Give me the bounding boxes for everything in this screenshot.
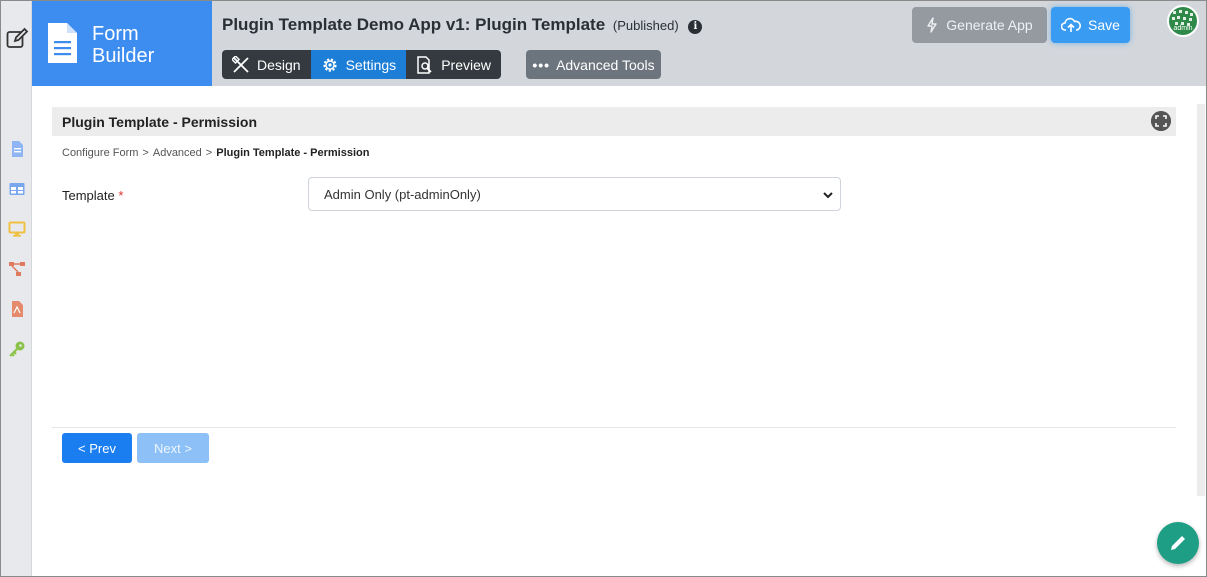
breadcrumb-separator: > bbox=[205, 147, 213, 159]
pdf-icon[interactable] bbox=[8, 300, 26, 318]
form-document-icon bbox=[48, 23, 77, 63]
tab-settings-label: Settings bbox=[345, 56, 397, 73]
document-search-icon bbox=[417, 55, 432, 74]
app-title-text: Plugin Template Demo App v1: Plugin Temp… bbox=[222, 15, 606, 34]
save-button[interactable]: Save bbox=[1051, 7, 1130, 43]
chevron-down-icon bbox=[823, 192, 833, 199]
brand-title-line1: Form bbox=[92, 23, 139, 45]
panel-header: Plugin Template - Permission bbox=[52, 107, 1176, 136]
status-badge: (Published) bbox=[612, 18, 679, 33]
brand-title-line2: Builder bbox=[92, 45, 155, 67]
template-select-value: Admin Only (pt-adminOnly) bbox=[324, 186, 481, 202]
template-field-label: Template * bbox=[62, 188, 123, 203]
breadcrumb-separator: > bbox=[142, 147, 149, 159]
fullscreen-icon[interactable] bbox=[1151, 111, 1171, 131]
generate-app-label: Generate App bbox=[946, 17, 1033, 33]
template-select[interactable]: Admin Only (pt-adminOnly) bbox=[308, 177, 841, 211]
pencil-icon bbox=[1171, 536, 1185, 550]
key-icon[interactable] bbox=[8, 340, 26, 358]
tab-settings[interactable]: Settings bbox=[310, 50, 407, 79]
mode-tabs: Design Settings Preview bbox=[222, 50, 501, 79]
divider bbox=[52, 427, 1176, 428]
cloud-upload-icon bbox=[1061, 17, 1081, 32]
brand-title: Form Builder bbox=[92, 23, 154, 67]
avatar-label: admin bbox=[1173, 25, 1193, 32]
pencil-ruler-icon bbox=[232, 55, 249, 73]
brand-block[interactable]: Form Builder bbox=[32, 1, 212, 86]
avatar[interactable]: admin bbox=[1167, 5, 1199, 37]
gear-icon bbox=[322, 57, 337, 72]
app-frame: Form Builder Plugin Template Demo App v1… bbox=[0, 0, 1207, 577]
next-button[interactable]: Next > bbox=[137, 433, 209, 463]
tab-preview[interactable]: Preview bbox=[406, 50, 501, 79]
top-header: Form Builder Plugin Template Demo App v1… bbox=[32, 1, 1206, 86]
floating-edit-button[interactable] bbox=[1157, 522, 1199, 564]
advanced-tools-label: Advanced Tools bbox=[556, 56, 655, 73]
lightning-icon bbox=[927, 17, 937, 33]
template-label-text: Template bbox=[62, 188, 115, 203]
prev-button[interactable]: < Prev bbox=[62, 433, 132, 463]
tab-preview-label: Preview bbox=[441, 56, 491, 73]
page-title: Plugin Template Demo App v1: Plugin Temp… bbox=[222, 15, 703, 35]
required-marker: * bbox=[118, 188, 124, 203]
breadcrumb-item-configure-form[interactable]: Configure Form bbox=[62, 147, 138, 159]
tab-design-label: Design bbox=[257, 56, 301, 73]
monitor-icon[interactable] bbox=[8, 220, 26, 238]
breadcrumb-item-current: Plugin Template - Permission bbox=[216, 147, 370, 159]
flow-icon[interactable] bbox=[8, 260, 26, 278]
breadcrumb: Configure Form > Advanced > Plugin Template … bbox=[62, 147, 369, 159]
tab-design[interactable]: Design bbox=[222, 50, 311, 79]
left-rail bbox=[1, 1, 32, 576]
scrollbar[interactable] bbox=[1197, 104, 1205, 496]
breadcrumb-item-advanced[interactable]: Advanced bbox=[153, 147, 202, 159]
advanced-tools-button[interactable]: ••• Advanced Tools bbox=[526, 50, 661, 79]
info-icon[interactable]: i bbox=[688, 20, 703, 34]
ellipsis-icon: ••• bbox=[532, 56, 551, 73]
edit-icon[interactable] bbox=[5, 27, 29, 51]
form-icon[interactable] bbox=[8, 140, 26, 158]
save-label: Save bbox=[1088, 17, 1120, 33]
main-content: Plugin Template - Permission Configure F… bbox=[32, 86, 1206, 576]
panel-title: Plugin Template - Permission bbox=[62, 114, 258, 130]
table-icon[interactable] bbox=[8, 180, 26, 198]
generate-app-button[interactable]: Generate App bbox=[912, 7, 1047, 43]
